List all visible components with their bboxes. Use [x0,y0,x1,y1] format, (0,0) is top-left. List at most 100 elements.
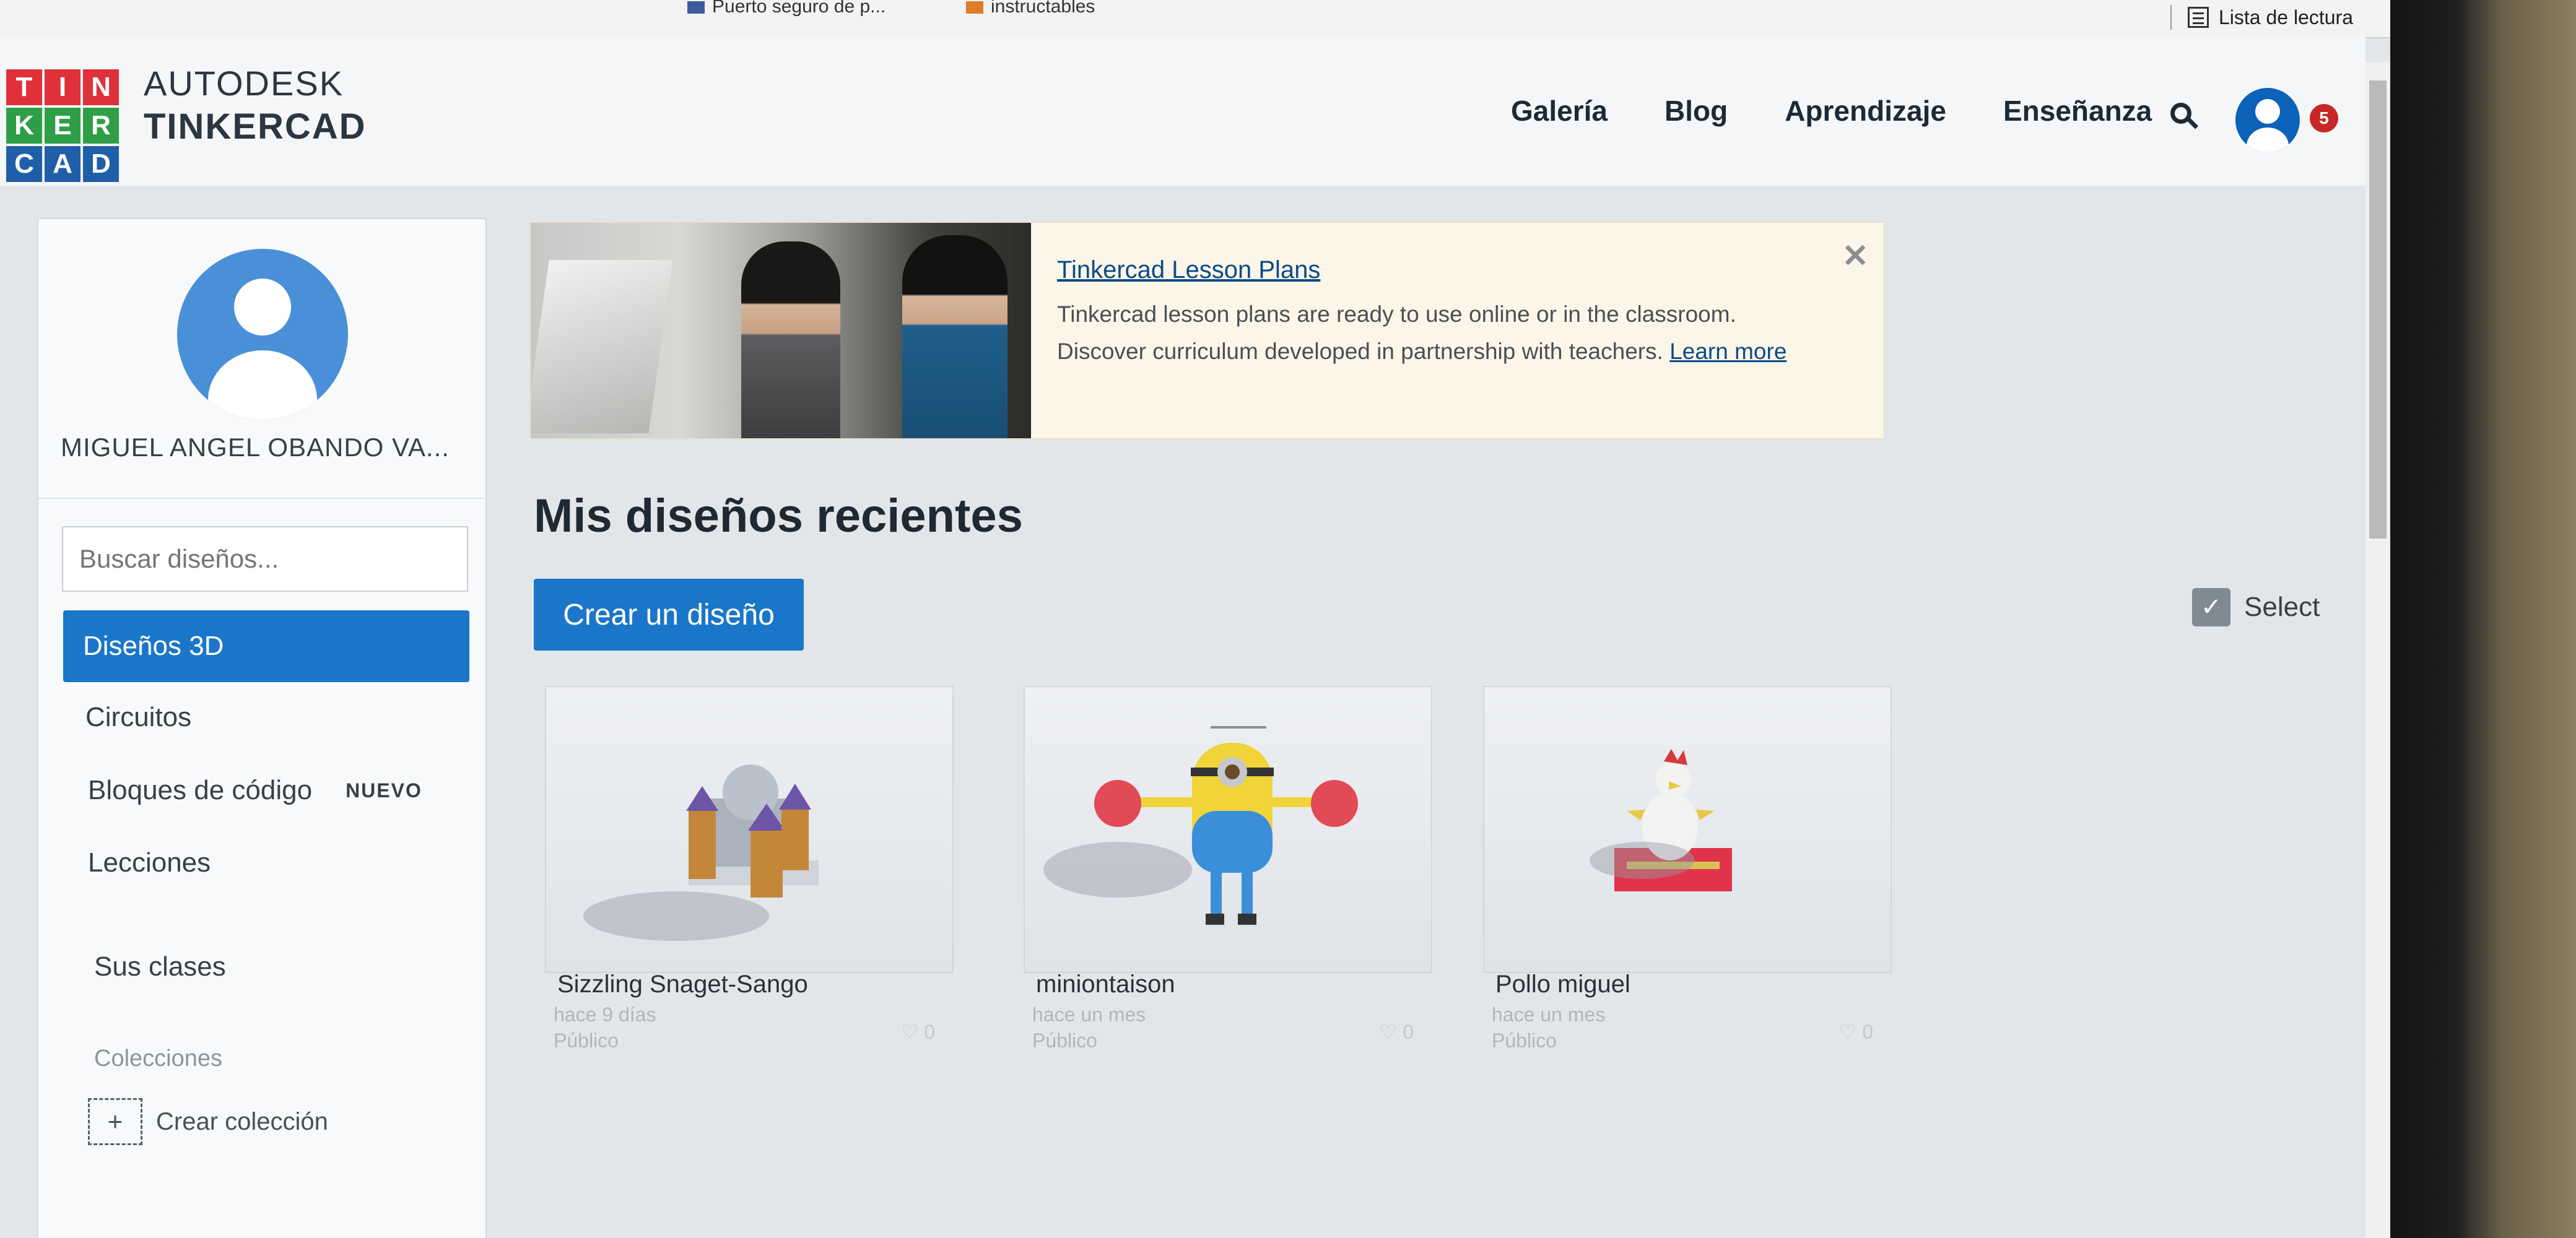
sidebar-item-circuits[interactable]: Circuitos [63,702,492,733]
logo-tile: I [45,69,80,105]
top-nav: Galería Blog Aprendizaje Enseñanza [1511,94,2152,128]
sidebar-item-label: Sus clases [94,951,226,982]
search-designs-input[interactable] [62,526,468,592]
logo-tile: E [45,108,80,144]
model-shadow [583,891,769,941]
select-toggle[interactable]: ✓ Select [2192,588,2320,626]
design-thumbnail[interactable] [1483,686,1892,973]
design-thumbnail[interactable] [545,686,954,973]
divider [38,498,485,499]
brand-tinkercad: TINKERCAD [144,106,367,147]
sidebar-item-codeblocks[interactable]: Bloques de código NUEVO [63,775,494,806]
reading-list-button[interactable]: Lista de lectura [2170,5,2353,30]
design-visibility: Público [1032,1029,1097,1052]
screen: Puerto seguro de p... instructables List… [0,0,2390,1238]
laptop-shape [531,260,673,433]
banner-text: Tinkercad lesson plans are ready to use … [1057,296,1812,370]
logo-tile: D [83,146,119,182]
design-time: hace un mes [1032,1003,1146,1026]
reading-list-label: Lista de lectura [2218,6,2353,28]
bookmark-icon [687,1,705,14]
sidebar-item-label: Diseños 3D [83,631,224,661]
logo-tile: K [6,108,42,144]
tinkercad-logo[interactable]: T I N K E R C A D [6,69,119,182]
nav-teaching[interactable]: Enseñanza [2003,94,2152,128]
banner-body: Tinkercad lesson plans are ready to use … [1057,301,1736,364]
sidebar-item-lessons[interactable]: Lecciones [63,847,494,878]
model-shadow [1590,842,1695,879]
nav-gallery[interactable]: Galería [1511,94,1608,128]
monitor-bezel [2390,0,2576,1238]
create-collection-label: Crear colección [156,1107,328,1135]
design-meta: hace un mes Público [1032,1002,1146,1054]
nav-blog[interactable]: Blog [1664,94,1728,128]
logo-tile: C [6,146,42,182]
design-name[interactable]: miniontaison [1036,971,1175,998]
reading-list-icon [2187,7,2209,28]
like-count[interactable]: ♡ 0 [1839,1020,1873,1044]
checkbox-icon[interactable]: ✓ [2192,588,2230,626]
nav-learning[interactable]: Aprendizaje [1785,94,1946,128]
select-label: Select [2244,592,2320,622]
design-meta: hace un mes Público [1492,1002,1605,1054]
model-shadow [1043,842,1192,898]
logo-tile: T [6,69,42,105]
banner-photo [531,223,1031,438]
brand-wordmark: AUTODESK TINKERCAD [144,63,367,147]
user-name[interactable]: MIGUEL ANGEL OBANDO VA... [61,433,450,462]
site-header: T I N K E R C A D AUTODESK TINKERCAD Gal… [0,37,2365,186]
design-visibility: Público [1492,1029,1557,1052]
design-name[interactable]: Pollo miguel [1495,971,1630,998]
sidebar-item-classes[interactable]: Sus clases [63,951,500,982]
new-badge: NUEVO [346,779,422,802]
search-icon[interactable] [2170,103,2191,124]
sidebar-item-label: Circuitos [85,702,192,732]
user-avatar[interactable] [2235,88,2300,152]
lesson-plans-banner: Tinkercad Lesson Plans Tinkercad lesson … [529,222,1885,439]
collections-heading: Colecciones [94,1045,222,1071]
avatar-head [2255,99,2280,124]
profile-avatar-head [234,279,291,335]
design-name[interactable]: Sizzling Snaget-Sango [557,971,808,998]
bookmark-item[interactable]: Puerto seguro de p... [687,0,886,17]
bookmark-item[interactable]: instructables [966,0,1095,17]
like-count[interactable]: ♡ 0 [1380,1020,1414,1044]
scrollbar-thumb[interactable] [2369,80,2387,539]
minion-model [1094,726,1358,925]
logo-tile: R [83,108,119,144]
brand-autodesk: AUTODESK [144,64,344,103]
design-time: hace 9 días [554,1003,656,1026]
child-figure [902,235,1007,438]
sidebar-item-3d-designs[interactable]: Diseños 3D [63,610,469,682]
learn-more-link[interactable]: Learn more [1669,339,1786,364]
design-thumbnail[interactable] [1024,686,1432,973]
sidebar: MIGUEL ANGEL OBANDO VA... Diseños 3D Cir… [37,218,487,1238]
separator [2170,5,2172,30]
chicken-model [1614,749,1732,891]
bookmark-label: Puerto seguro de p... [712,0,886,17]
child-figure [741,241,840,438]
logo-tile: N [83,69,119,105]
design-card[interactable]: Pollo miguel hace un mes Público ♡ 0 [1483,686,1892,1057]
like-count[interactable]: ♡ 0 [901,1020,935,1044]
profile-avatar[interactable] [177,249,348,420]
create-collection-button[interactable]: + Crear colección [88,1098,328,1145]
design-visibility: Público [554,1029,619,1052]
design-meta: hace 9 días Público [554,1002,656,1054]
sidebar-item-label: Lecciones [88,847,211,878]
plus-icon: + [88,1098,142,1145]
profile-avatar-body [208,350,317,420]
create-design-button[interactable]: Crear un diseño [534,579,804,651]
banner-title-link[interactable]: Tinkercad Lesson Plans [1057,256,1320,284]
bookmark-label: instructables [991,0,1095,17]
sidebar-item-label: Bloques de código [88,775,313,805]
design-card[interactable]: Sizzling Snaget-Sango hace 9 días Públic… [545,686,954,1057]
avatar-body [2247,128,2289,152]
notification-badge[interactable]: 5 [2310,104,2338,132]
page-title: Mis diseños recientes [534,490,1023,542]
bookmark-icon [966,1,983,14]
design-time: hace un mes [1492,1003,1606,1026]
design-card[interactable]: miniontaison hace un mes Público ♡ 0 [1024,686,1432,1057]
logo-tile: A [45,146,80,182]
close-icon[interactable]: ✕ [1842,238,1869,275]
